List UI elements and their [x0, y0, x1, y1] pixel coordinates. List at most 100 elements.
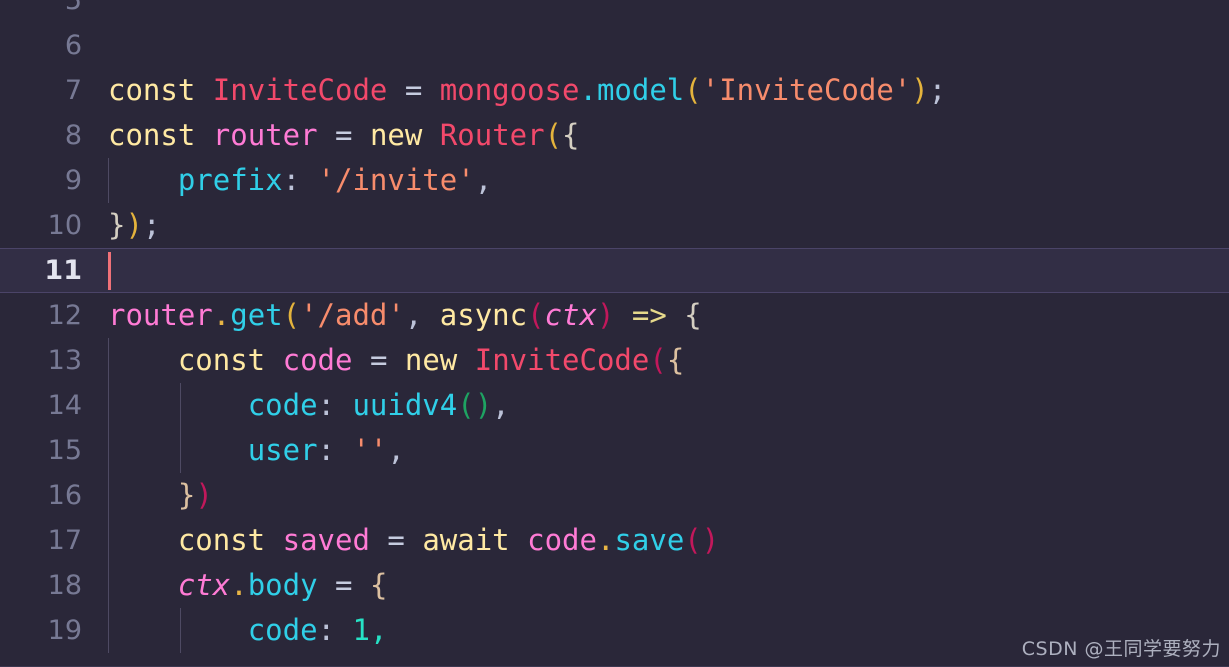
- token-paren-open: (: [457, 388, 475, 422]
- token-brace-open: {: [666, 343, 685, 377]
- token-dot: .: [596, 523, 615, 557]
- token-brace-open: {: [562, 118, 580, 152]
- token-operator: =: [387, 523, 405, 557]
- token-semicolon: ;: [928, 73, 947, 107]
- line-content: prefix: '/invite',: [108, 158, 1229, 203]
- token-object: mongoose: [439, 73, 580, 107]
- line-number: 12: [47, 300, 82, 331]
- code-editor[interactable]: 5 6 7 const InviteCode = mongoose.model(…: [0, 0, 1229, 667]
- token-dot: .: [212, 298, 231, 332]
- token-keyword: const: [177, 343, 266, 377]
- line-number-active: 11: [44, 255, 82, 286]
- token-keyword-await: await: [422, 523, 510, 557]
- code-line-active[interactable]: 11: [0, 248, 1229, 293]
- code-line[interactable]: 18 ctx.body = {: [0, 563, 1229, 608]
- code-line[interactable]: 17 const saved = await code.save(): [0, 518, 1229, 563]
- code-line[interactable]: 12 router.get('/add', async(ctx) => {: [0, 293, 1229, 338]
- line-content: });: [108, 203, 1229, 248]
- token-dot: .: [579, 73, 597, 107]
- token-keyword: const: [108, 118, 196, 152]
- token-paren-open: (: [684, 523, 702, 557]
- token-paren-close: ): [125, 208, 143, 242]
- code-line[interactable]: 8 const router = new Router({: [0, 113, 1229, 158]
- code-line[interactable]: 13 const code = new InviteCode({: [0, 338, 1229, 383]
- token-string: '': [352, 433, 388, 467]
- token-comma: ,: [387, 433, 405, 467]
- line-content: const code = new InviteCode({: [108, 338, 1229, 383]
- token-paren-close: ): [195, 478, 213, 512]
- token-keyword: const: [108, 73, 196, 107]
- token-variable: router: [108, 298, 213, 332]
- line-number: 14: [47, 390, 82, 421]
- token-colon: :: [317, 613, 335, 647]
- token-string: 'InviteCode': [701, 73, 912, 107]
- token-colon: :: [282, 163, 301, 197]
- token-keyword: const: [177, 523, 266, 557]
- token-paren-close: ): [911, 73, 929, 107]
- line-number: 17: [47, 525, 82, 556]
- token-parameter: ctx: [177, 568, 231, 602]
- token-variable: code: [527, 523, 597, 557]
- token-variable: saved: [282, 523, 370, 557]
- line-content: user: '',: [108, 428, 1229, 473]
- token-keyword-new: new: [369, 118, 423, 152]
- token-colon: :: [317, 388, 335, 422]
- token-dot: .: [230, 568, 248, 602]
- token-class-name: Router: [439, 118, 545, 152]
- code-line[interactable]: 9 prefix: '/invite',: [0, 158, 1229, 203]
- token-function: uuidv4: [352, 388, 458, 422]
- token-variable: router: [212, 118, 318, 152]
- token-class-name: InviteCode: [474, 343, 650, 377]
- line-number: 7: [64, 75, 82, 106]
- token-paren-open: (: [527, 298, 545, 332]
- token-operator: =: [335, 568, 353, 602]
- line-number: 15: [47, 435, 82, 466]
- line-number: 8: [64, 120, 82, 151]
- line-number: 19: [47, 615, 82, 646]
- line-content: ctx.body = {: [108, 563, 1229, 608]
- token-keyword-new: new: [404, 343, 458, 377]
- code-area[interactable]: 5 6 7 const InviteCode = mongoose.model(…: [0, 0, 1229, 653]
- token-operator: =: [335, 118, 353, 152]
- code-line[interactable]: 10 });: [0, 203, 1229, 248]
- code-line[interactable]: 15 user: '',: [0, 428, 1229, 473]
- token-paren-close: ): [596, 298, 615, 332]
- token-operator: =: [404, 73, 423, 107]
- code-line[interactable]: 7 const InviteCode = mongoose.model('Inv…: [0, 68, 1229, 113]
- token-class-name: InviteCode: [212, 73, 388, 107]
- line-content: const saved = await code.save(): [108, 518, 1229, 563]
- token-keyword-async: async: [439, 298, 528, 332]
- code-line[interactable]: 5: [0, 0, 1229, 23]
- line-number: 18: [47, 570, 82, 601]
- code-line[interactable]: 6: [0, 23, 1229, 68]
- token-method: get: [230, 298, 283, 332]
- token-paren-close: ): [474, 388, 493, 422]
- token-paren-open: (: [282, 298, 301, 332]
- token-arrow: =>: [631, 298, 667, 332]
- token-semicolon: ;: [142, 208, 161, 242]
- token-property: body: [247, 568, 318, 602]
- line-content: code: uuidv4(),: [108, 383, 1229, 428]
- text-cursor: [108, 252, 111, 290]
- token-brace-open: {: [369, 568, 388, 602]
- token-method: model: [596, 73, 685, 107]
- token-property: prefix: [177, 163, 283, 197]
- code-line[interactable]: 14 code: uuidv4(),: [0, 383, 1229, 428]
- token-paren-open: (: [544, 118, 563, 152]
- token-colon: :: [317, 433, 335, 467]
- token-comma: ,: [474, 163, 493, 197]
- watermark: CSDN @王同学要努力: [1021, 638, 1221, 660]
- token-variable: code: [282, 343, 353, 377]
- token-method: save: [614, 523, 685, 557]
- line-content: const InviteCode = mongoose.model('Invit…: [108, 68, 1229, 113]
- code-line[interactable]: 16 }): [0, 473, 1229, 518]
- token-paren-open: (: [649, 343, 667, 377]
- token-operator: =: [369, 343, 388, 377]
- line-number: 13: [47, 345, 82, 376]
- token-property: code: [247, 388, 318, 422]
- token-property: code: [247, 613, 318, 647]
- line-number: 6: [64, 30, 82, 61]
- token-parameter: ctx: [544, 298, 597, 332]
- token-number: 1: [352, 613, 370, 647]
- token-string: '/invite': [317, 163, 475, 197]
